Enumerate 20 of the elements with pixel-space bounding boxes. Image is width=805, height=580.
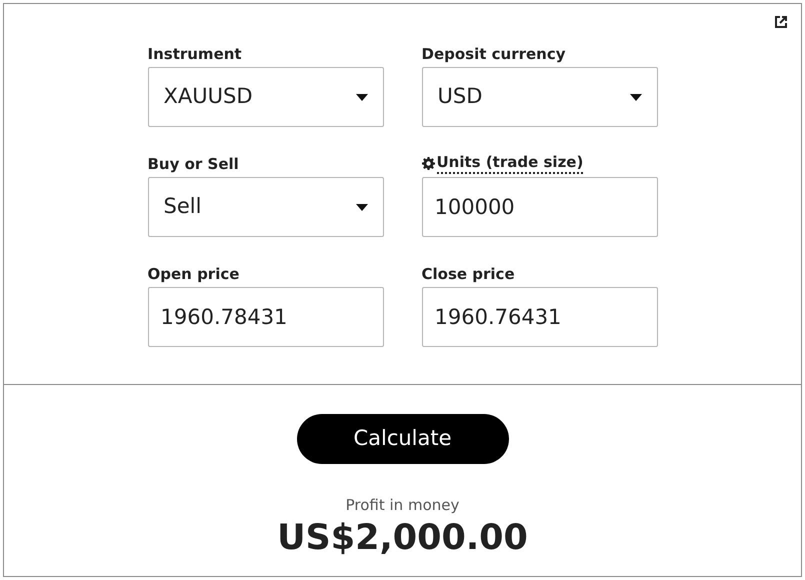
result-value: US$2,000.00 [277, 516, 528, 558]
caret-icon [356, 204, 368, 210]
calculate-button[interactable]: Calculate [296, 414, 508, 464]
external-link-icon[interactable] [773, 14, 789, 30]
caret-icon [356, 94, 368, 100]
field-label: Close price [422, 264, 515, 284]
select-field[interactable]: USD [422, 67, 658, 127]
select-field[interactable]: Sell [148, 177, 384, 237]
result-label: Profit in money [346, 495, 460, 516]
field-label[interactable]: Units (trade size) [436, 152, 584, 174]
input-field[interactable]: 100000 [422, 177, 658, 237]
field-label: Instrument [148, 44, 242, 64]
input-field[interactable]: 1960.78431 [148, 287, 384, 347]
field-label: Buy or Sell [148, 154, 239, 174]
field-label: Open price [148, 264, 240, 284]
field-label: Deposit currency [422, 44, 566, 64]
select-field[interactable]: XAUUSD [148, 67, 384, 127]
caret-icon [630, 94, 642, 100]
gear-icon [422, 156, 434, 170]
input-field[interactable]: 1960.76431 [422, 287, 658, 347]
